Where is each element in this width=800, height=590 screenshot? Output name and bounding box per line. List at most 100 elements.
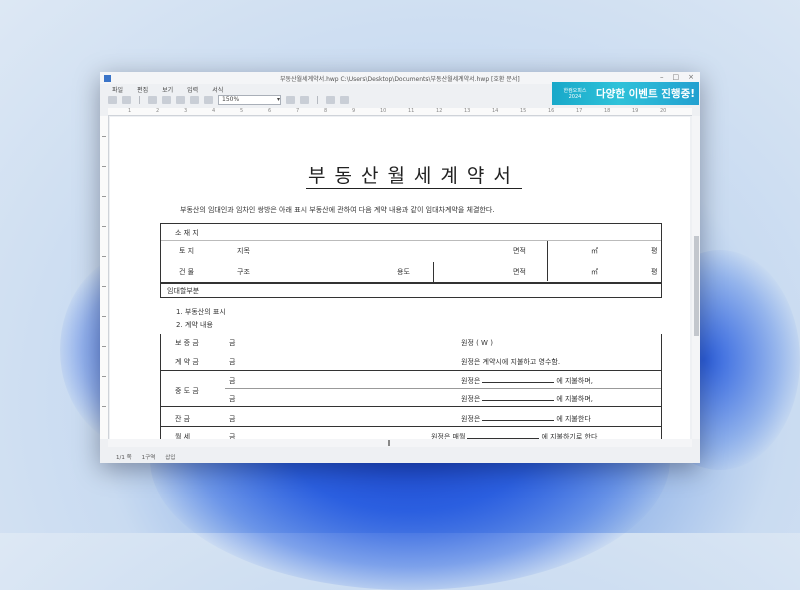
ruler-tick (102, 406, 106, 407)
page-view-icon[interactable] (326, 96, 335, 104)
toolbar-divider (139, 96, 140, 104)
close-button[interactable]: × (688, 73, 694, 81)
horizontal-scroll-thumb[interactable] (388, 440, 390, 446)
contract-label: 계 약 금 (175, 358, 199, 366)
ad-banner[interactable]: 한컴오피스 2024 다양한 이벤트 진행중! (552, 82, 699, 105)
contract-note: 원정은 계약시에 지불하고 영수함. (461, 358, 561, 366)
deposit-note: 원정 ( W ) (461, 339, 493, 347)
menu-view[interactable]: 보기 (162, 85, 173, 94)
date-blank (482, 414, 555, 421)
deposit-value: 금 (229, 339, 236, 347)
ruler-tick (102, 346, 106, 347)
app-icon[interactable] (104, 74, 111, 82)
balance-note-a: 원정은 (461, 415, 481, 423)
grid-icon[interactable] (340, 96, 349, 104)
ruler-mark: 4 (212, 108, 216, 114)
ruler-tick (102, 256, 106, 257)
menu-edit[interactable]: 편집 (137, 85, 148, 94)
ruler-mark: 11 (408, 108, 415, 114)
open-icon[interactable] (108, 96, 117, 104)
menu-insert[interactable]: 입력 (187, 85, 198, 94)
zoom-value: 150% (222, 96, 240, 103)
ruler-tick (102, 196, 106, 197)
maximize-button[interactable]: □ (673, 73, 680, 81)
document-intro: 부동산의 임대인과 임차인 쌍방은 아래 표시 부동산에 관하여 다음 계약 내… (180, 206, 495, 214)
balance-note-b: 에 지불한다 (556, 415, 591, 423)
ruler-mark: 6 (268, 108, 272, 114)
ruler-mark: 8 (324, 108, 328, 114)
deposit-label: 보 증 금 (175, 339, 199, 347)
land-category: 지목 (237, 247, 250, 255)
ruler-tick (102, 316, 106, 317)
ruler-mark: 13 (464, 108, 471, 114)
list-item: 2. 계약 내용 (176, 321, 213, 329)
horizontal-ruler[interactable]: 1 2 3 4 5 6 7 8 9 10 11 12 13 14 15 16 1… (108, 108, 692, 116)
zoom-in-icon[interactable] (286, 96, 295, 104)
cut-icon[interactable] (162, 96, 171, 104)
divider (433, 262, 434, 282)
ruler-mark: 15 (520, 108, 527, 114)
ad-small-text: 한컴오피스 2024 (563, 87, 587, 100)
ruler-mark: 3 (184, 108, 188, 114)
ad-headline: 다양한 이벤트 진행중! (596, 88, 696, 100)
building-structure: 구조 (237, 268, 250, 276)
divider (161, 426, 661, 427)
building-label: 건 물 (179, 268, 195, 276)
payment-table: 보 증 금 금 원정 ( W ) 계 약 금 금 원정은 계약시에 지불하고 영… (160, 334, 662, 441)
copy-icon[interactable] (176, 96, 185, 104)
lease-part-row: 임대할부분 (160, 282, 662, 298)
ruler-tick (102, 166, 106, 167)
building-use: 용도 (397, 268, 410, 276)
zoom-select[interactable]: 150% ▾ (218, 95, 281, 105)
undo-icon[interactable] (204, 96, 213, 104)
lease-part-label: 임대할부분 (167, 287, 200, 295)
ruler-mark: 18 (604, 108, 611, 114)
middle-note-2-b: 에 지불하며, (556, 395, 593, 403)
ruler-mark: 2 (156, 108, 160, 114)
ruler-mark: 20 (660, 108, 667, 114)
building-pyeong: 평 (651, 268, 658, 276)
chevron-down-icon: ▾ (276, 96, 280, 103)
status-insert-mode[interactable]: 삽입 (165, 453, 175, 461)
toolbar-divider (317, 96, 318, 104)
paste-icon[interactable] (190, 96, 199, 104)
document-page[interactable]: 부동산월세계약서 부동산의 임대인과 임차인 쌍방은 아래 표시 부동산에 관하… (110, 117, 690, 441)
vertical-scrollbar[interactable] (692, 116, 700, 439)
ruler-mark: 12 (436, 108, 443, 114)
land-label: 토 지 (179, 247, 195, 255)
vertical-scroll-thumb[interactable] (694, 236, 699, 336)
balance-value: 금 (229, 415, 236, 423)
ruler-tick (102, 286, 106, 287)
building-area-label: 면적 (513, 268, 526, 276)
window-title: 부동산월세계약서.hwp C:\Users\Desktop\Documents\… (280, 76, 520, 83)
ruler-mark: 1 (128, 108, 132, 114)
vertical-ruler[interactable] (100, 116, 109, 439)
land-unit: ㎡ (591, 247, 598, 255)
editor-window: 부동산월세계약서.hwp C:\Users\Desktop\Documents\… (100, 72, 700, 463)
date-blank (467, 432, 540, 439)
ruler-mark: 17 (576, 108, 583, 114)
land-area-label: 면적 (513, 247, 526, 255)
minimize-button[interactable]: – (660, 73, 664, 81)
middle-value-2: 금 (229, 395, 236, 403)
document-title: 부동산월세계약서 (306, 165, 522, 189)
balance-note: 원정은 에 지불한다 (461, 414, 591, 424)
ruler-mark: 9 (352, 108, 356, 114)
middle-note-1: 원정은 에 지불하며, (461, 376, 593, 386)
ruler-mark: 10 (380, 108, 387, 114)
middle-note-1-a: 원정은 (461, 377, 481, 385)
list-item: 1. 부동산의 표시 (176, 308, 226, 316)
print-icon[interactable] (148, 96, 157, 104)
ruler-mark: 14 (492, 108, 499, 114)
building-unit: ㎡ (591, 268, 598, 276)
zoom-out-icon[interactable] (300, 96, 309, 104)
menu-file[interactable]: 파일 (112, 85, 123, 94)
horizontal-scrollbar[interactable] (108, 439, 692, 447)
menu-format[interactable]: 서식 (212, 85, 223, 94)
ruler-tick (102, 136, 106, 137)
status-section: 1구역 (141, 455, 156, 461)
middle-value-1: 금 (229, 377, 236, 385)
ruler-mark: 19 (632, 108, 639, 114)
save-icon[interactable] (122, 96, 131, 104)
status-page: 1/1 쪽 (116, 455, 132, 461)
